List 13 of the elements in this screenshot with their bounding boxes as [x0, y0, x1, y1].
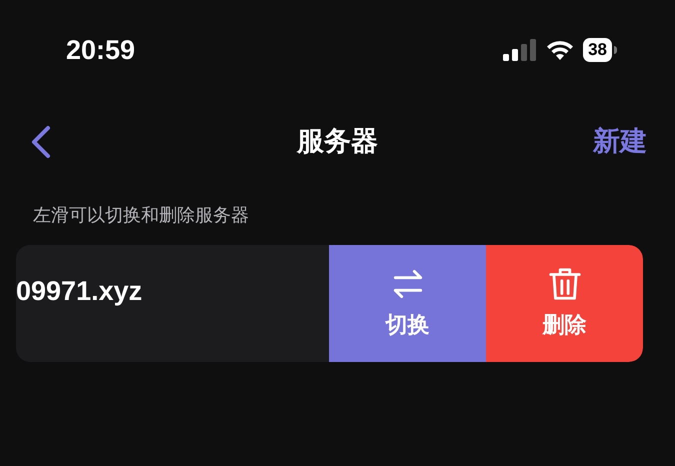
status-time: 20:59 [66, 34, 136, 67]
switch-button[interactable]: 切换 [329, 245, 486, 362]
new-button[interactable]: 新建 [593, 122, 647, 162]
server-name: 09971.xyz [16, 276, 142, 306]
delete-button[interactable]: 删除 [486, 245, 643, 362]
hint-text: 左滑可以切换和删除服务器 [33, 205, 249, 226]
battery-level: 38 [583, 38, 612, 62]
server-row[interactable]: 09971.xyz [16, 245, 329, 362]
signal-icon [503, 39, 538, 61]
wifi-icon [547, 40, 574, 60]
page-title: 服务器 [297, 124, 378, 159]
battery-cap-icon [614, 46, 617, 54]
chevron-left-icon [30, 125, 52, 159]
